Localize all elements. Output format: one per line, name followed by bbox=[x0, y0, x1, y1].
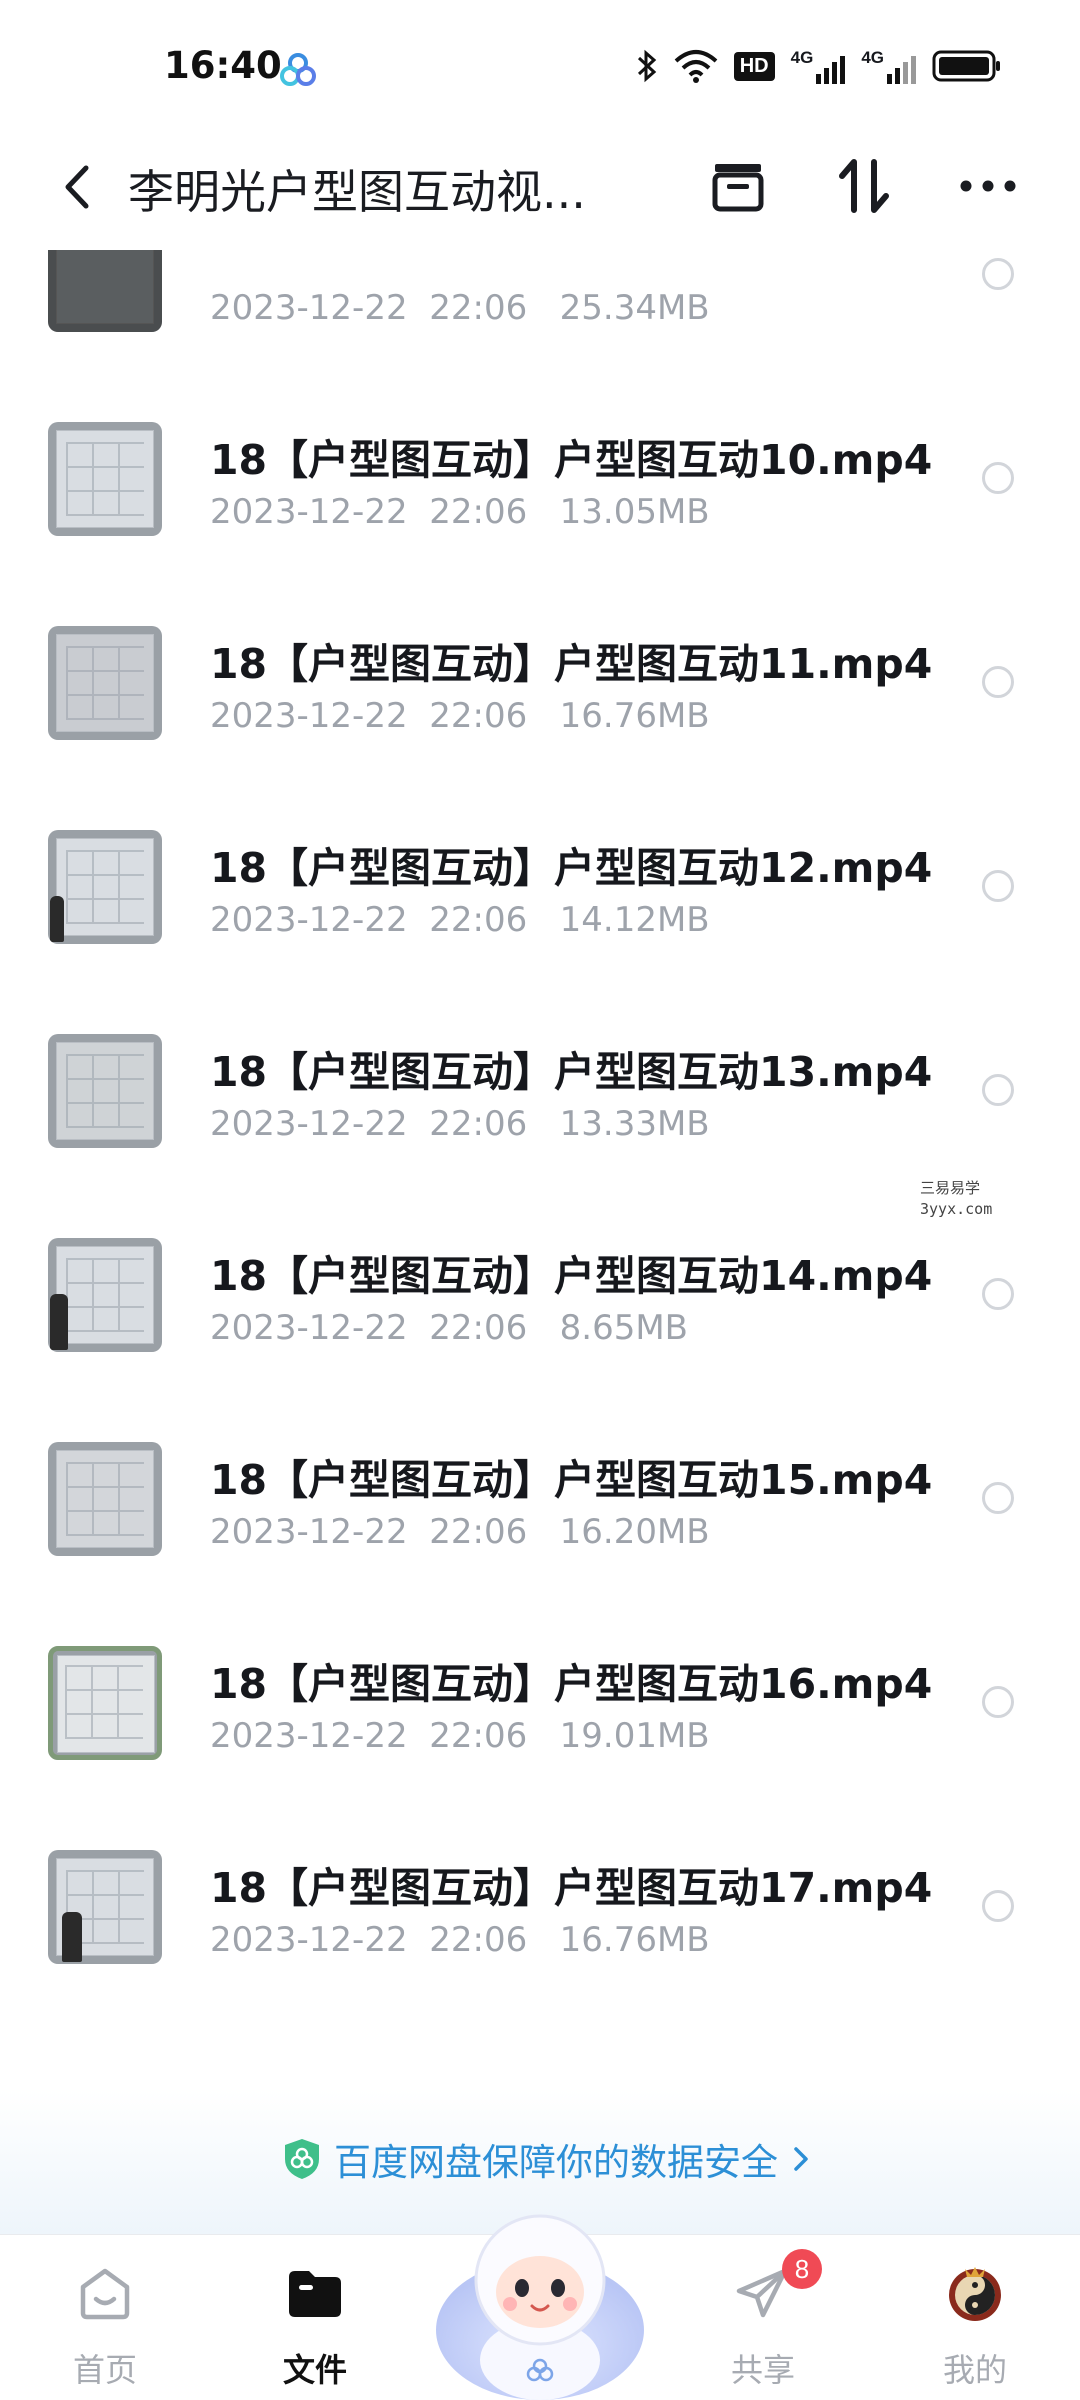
select-radio[interactable] bbox=[982, 1074, 1014, 1106]
signal-4g-icon: 4G bbox=[861, 48, 916, 84]
file-row[interactable]: 18【户型图互动】户型图互动14.mp4 2023-12-22 22:06 8.… bbox=[0, 1194, 1080, 1398]
nav-me[interactable]: 我的 bbox=[900, 2249, 1050, 2389]
nav-files-label: 文件 bbox=[282, 2351, 347, 2389]
video-thumbnail bbox=[48, 422, 162, 536]
shield-icon bbox=[285, 2139, 319, 2179]
video-thumbnail bbox=[48, 250, 162, 332]
back-arrow-icon[interactable] bbox=[48, 152, 108, 222]
select-radio[interactable] bbox=[982, 258, 1014, 290]
nav-share[interactable]: 8 共享 bbox=[688, 2249, 838, 2389]
file-name: 18【户型图互动】户型图互动14.mp4 bbox=[210, 1252, 933, 1300]
select-radio[interactable] bbox=[982, 1686, 1014, 1718]
select-mode-icon[interactable] bbox=[702, 150, 774, 222]
file-meta: 2023-12-22 22:06 16.20MB bbox=[210, 1512, 710, 1552]
file-meta: 2023-12-22 22:06 16.76MB bbox=[210, 696, 710, 736]
file-meta: 2023-12-22 22:06 16.76MB bbox=[210, 1920, 710, 1960]
file-name: 18【户型图互动】户型图互动17.mp4 bbox=[210, 1864, 933, 1912]
file-name: 18【户型图互动】户型图互动10.mp4 bbox=[210, 436, 933, 484]
file-name: 18【户型图互动】户型图互动15.mp4 bbox=[210, 1456, 933, 1504]
wifi-icon bbox=[674, 50, 718, 83]
folder-icon bbox=[289, 2271, 341, 2317]
video-thumbnail bbox=[48, 1238, 162, 1352]
share-badge: 8 bbox=[782, 2249, 822, 2289]
select-radio[interactable] bbox=[982, 1278, 1014, 1310]
battery-icon bbox=[932, 50, 1000, 82]
file-meta: 2023-12-22 22:06 13.33MB bbox=[210, 1104, 710, 1144]
sort-icon[interactable] bbox=[828, 150, 900, 222]
nav-home-label: 首页 bbox=[72, 2351, 137, 2389]
assistant-mascot-icon[interactable] bbox=[430, 2180, 650, 2400]
file-list: 2023-12-22 22:06 25.34MB 18【户型图互动】户型图互动1… bbox=[0, 250, 1080, 2070]
select-radio[interactable] bbox=[982, 462, 1014, 494]
video-thumbnail bbox=[48, 1034, 162, 1148]
file-row[interactable]: 18【户型图互动】户型图互动13.mp4 2023-12-22 22:06 13… bbox=[0, 990, 1080, 1194]
safety-banner-text: 百度网盘保障你的数据安全 bbox=[334, 2141, 778, 2184]
select-radio[interactable] bbox=[982, 1890, 1014, 1922]
video-thumbnail bbox=[48, 830, 162, 944]
nav-files[interactable]: 文件 bbox=[240, 2249, 390, 2389]
hd-icon: HD bbox=[733, 51, 775, 81]
file-row[interactable]: 2023-12-22 22:06 25.34MB bbox=[0, 250, 1080, 378]
file-name: 18【户型图互动】户型图互动12.mp4 bbox=[210, 844, 933, 892]
watermark: 三易易学 3yyx.com bbox=[920, 1178, 1010, 1220]
home-icon bbox=[80, 2268, 130, 2320]
status-time: 16:40 bbox=[164, 44, 282, 87]
file-row[interactable]: 18【户型图互动】户型图互动16.mp4 2023-12-22 22:06 19… bbox=[0, 1602, 1080, 1806]
baidu-netdisk-icon bbox=[280, 53, 316, 86]
file-name: 18【户型图互动】户型图互动13.mp4 bbox=[210, 1048, 933, 1096]
nav-home[interactable]: 首页 bbox=[30, 2249, 180, 2389]
file-name: 18【户型图互动】户型图互动11.mp4 bbox=[210, 640, 933, 688]
chevron-right-icon bbox=[794, 2147, 808, 2171]
status-bar: 16:40 HD 4G 4G bbox=[0, 0, 1080, 130]
video-thumbnail bbox=[48, 1850, 162, 1964]
bluetooth-icon bbox=[637, 49, 656, 83]
select-radio[interactable] bbox=[982, 870, 1014, 902]
file-row[interactable]: 18【户型图互动】户型图互动15.mp4 2023-12-22 22:06 16… bbox=[0, 1398, 1080, 1602]
nav-me-label: 我的 bbox=[942, 2351, 1007, 2389]
watermark-line: 三易易学 bbox=[920, 1179, 981, 1197]
file-meta: 2023-12-22 22:06 19.01MB bbox=[210, 1716, 710, 1756]
file-row[interactable]: 18【户型图互动】户型图互动12.mp4 2023-12-22 22:06 14… bbox=[0, 786, 1080, 990]
file-name: 18【户型图互动】户型图互动16.mp4 bbox=[210, 1660, 933, 1708]
file-row[interactable]: 18【户型图互动】户型图互动11.mp4 2023-12-22 22:06 16… bbox=[0, 582, 1080, 786]
file-meta: 2023-12-22 22:06 13.05MB bbox=[210, 492, 710, 532]
more-options-icon[interactable] bbox=[952, 150, 1024, 222]
video-thumbnail bbox=[48, 1646, 162, 1760]
file-meta: 2023-12-22 22:06 25.34MB bbox=[210, 288, 710, 328]
select-radio[interactable] bbox=[982, 1482, 1014, 1514]
select-radio[interactable] bbox=[982, 666, 1014, 698]
watermark-line: 3yyx.com bbox=[920, 1200, 993, 1218]
signal-4g-icon: 4G bbox=[791, 48, 846, 84]
file-meta: 2023-12-22 22:06 8.65MB bbox=[210, 1308, 689, 1348]
nav-share-label: 共享 bbox=[730, 2351, 795, 2389]
page-title: 李明光户型图互动视... bbox=[128, 165, 586, 219]
file-row[interactable]: 18【户型图互动】户型图互动17.mp4 2023-12-22 22:06 16… bbox=[0, 1806, 1080, 2010]
file-meta: 2023-12-22 22:06 14.12MB bbox=[210, 900, 710, 940]
avatar bbox=[949, 2267, 1001, 2321]
header: 李明光户型图互动视... bbox=[0, 130, 1080, 250]
video-thumbnail bbox=[48, 626, 162, 740]
video-thumbnail bbox=[48, 1442, 162, 1556]
file-row[interactable]: 18【户型图互动】户型图互动10.mp4 2023-12-22 22:06 13… bbox=[0, 378, 1080, 582]
